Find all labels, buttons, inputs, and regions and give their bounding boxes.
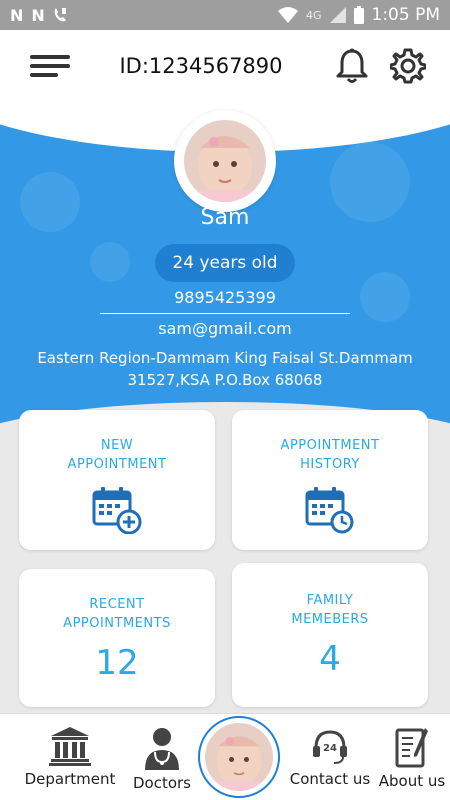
patient-id: ID:1234567890: [119, 54, 283, 78]
status-time: 1:05 PM: [371, 5, 441, 25]
bottom-nav: Department Doctors 24 Contact us About u…: [0, 713, 450, 800]
battery-icon: [353, 6, 364, 24]
card-label: NEW APPOINTMENT: [67, 438, 167, 472]
family-members-count: 4: [319, 639, 341, 679]
notification-n-icon: N: [10, 5, 24, 25]
address-line-2: 31527,KSA P.O.Box 68068: [127, 371, 323, 389]
recent-appointments-card[interactable]: RECENT APPOINTMENTS 12: [19, 569, 215, 707]
new-appointment-card[interactable]: NEW APPOINTMENT: [19, 410, 215, 550]
profile-avatar[interactable]: [174, 110, 276, 212]
status-bar: N N 4G 1:05 PM: [0, 0, 450, 30]
nav-contact[interactable]: 24 Contact us: [286, 726, 374, 788]
nav-profile-avatar[interactable]: [198, 716, 280, 798]
nav-department[interactable]: Department: [20, 726, 120, 788]
family-members-card[interactable]: FAMILY MEMEBERS 4: [232, 563, 428, 707]
nav-label: Department: [24, 770, 116, 788]
svg-text:24: 24: [323, 743, 337, 754]
calendar-add-icon: [92, 486, 142, 538]
profile-phone: 9895425399: [174, 288, 276, 307]
wifi-icon: [277, 7, 298, 23]
profile-name: Sam: [200, 205, 250, 230]
nav-label: Doctors: [132, 774, 191, 792]
network-type: 4G: [305, 8, 322, 22]
card-label: FAMILY MEMEBERS: [291, 593, 369, 627]
nav-label: Contact us: [289, 770, 371, 788]
document-pen-icon: [395, 728, 428, 768]
profile-address: Eastern Region-Dammam King Faisal St.Dam…: [0, 347, 450, 391]
calendar-clock-icon: [305, 486, 355, 538]
support-24-icon: 24: [313, 730, 347, 764]
notification-n-icon: N: [31, 5, 45, 25]
profile-divider: [100, 313, 350, 314]
signal-icon: [329, 7, 346, 23]
menu-icon[interactable]: [30, 51, 74, 81]
age-badge: 24 years old: [155, 244, 295, 282]
card-label: RECENT APPOINTMENTS: [63, 597, 171, 631]
address-line-1: Eastern Region-Dammam King Faisal St.Dam…: [37, 349, 413, 367]
app-header: ID:1234567890: [0, 30, 450, 102]
recent-appointments-count: 12: [95, 643, 139, 683]
nav-about[interactable]: About us: [376, 726, 448, 790]
gear-icon[interactable]: [386, 44, 430, 88]
card-label: APPOINTMENT HISTORY: [280, 438, 380, 472]
profile-email: sam@gmail.com: [158, 319, 292, 338]
doctor-icon: [145, 728, 179, 770]
appointment-history-card[interactable]: APPOINTMENT HISTORY: [232, 410, 428, 550]
phone-notification-icon: [54, 8, 66, 22]
nav-doctors[interactable]: Doctors: [128, 726, 196, 792]
bell-icon[interactable]: [330, 44, 374, 88]
status-notifications: N N: [10, 6, 67, 25]
building-icon: [49, 727, 91, 766]
nav-label: About us: [378, 772, 446, 790]
